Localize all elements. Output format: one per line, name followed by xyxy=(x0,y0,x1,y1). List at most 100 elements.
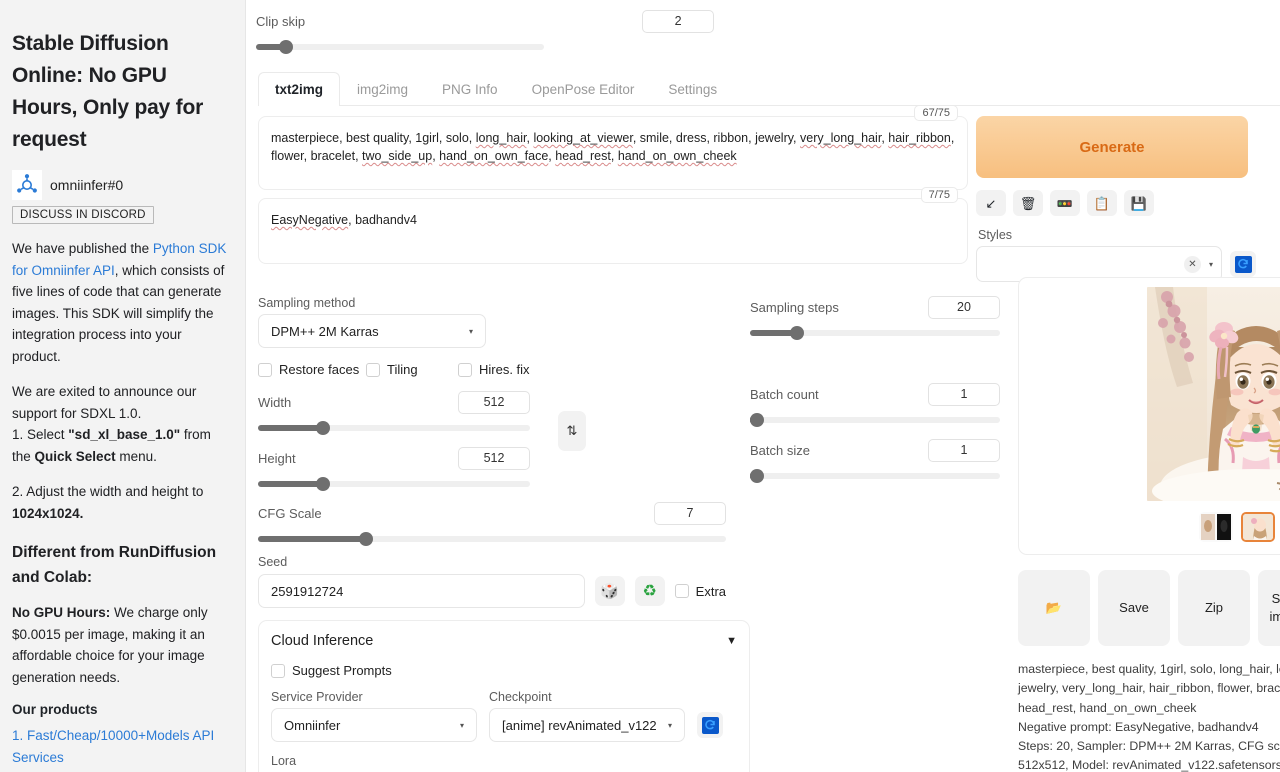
suggest-prompts-checkbox[interactable]: Suggest Prompts xyxy=(271,663,737,678)
tab-png-info[interactable]: PNG Info xyxy=(425,72,515,106)
chevron-down-icon: ▾ xyxy=(667,720,672,730)
restore-faces-checkbox[interactable]: Restore faces xyxy=(258,362,366,377)
height-slider[interactable] xyxy=(258,476,530,492)
batch-size-slider[interactable] xyxy=(750,468,1000,484)
metadata-negative-prompt: Negative prompt: EasyNegative, badhandv4 xyxy=(1018,719,1259,734)
chevron-down-icon[interactable]: ▾ xyxy=(1209,260,1213,269)
clip-skip-slider[interactable] xyxy=(256,39,544,55)
tab-settings[interactable]: Settings xyxy=(651,72,734,106)
checkbox-box[interactable] xyxy=(674,584,689,598)
sampling-steps-value[interactable]: 20 xyxy=(928,296,1000,319)
height-value[interactable]: 512 xyxy=(458,447,530,470)
send-to-img2img-button[interactable]: Send to img2img xyxy=(1258,570,1280,646)
prompt-input[interactable]: masterpiece, best quality, 1girl, solo, … xyxy=(258,116,968,190)
close-icon[interactable]: ✕ xyxy=(1183,255,1201,273)
batch-count-label: Batch count xyxy=(750,387,819,402)
hires-fix-checkbox[interactable]: Hires. fix xyxy=(458,362,530,377)
batch-count-slider[interactable] xyxy=(750,412,1000,428)
zip-button[interactable]: Zip xyxy=(1178,570,1250,646)
save-button[interactable]: Save xyxy=(1098,570,1170,646)
checkbox-box[interactable] xyxy=(366,362,380,377)
trash-icon[interactable]: 🗑 xyxy=(1013,190,1043,216)
suggest-prompts-label: Suggest Prompts xyxy=(292,663,392,678)
checkbox-box[interactable] xyxy=(258,362,272,377)
width-row: Width 512 xyxy=(258,391,530,414)
tiling-label: Tiling xyxy=(387,362,418,377)
thumbnail-grid[interactable] xyxy=(1199,512,1233,542)
generated-image[interactable] xyxy=(1147,287,1280,501)
height-knob[interactable] xyxy=(316,477,330,491)
toggle-checkbox-row: Restore faces Tiling Hires. fix xyxy=(258,362,750,377)
our-products-heading: Our products xyxy=(12,702,98,717)
tab-img2img[interactable]: img2img xyxy=(340,72,425,106)
width-slider[interactable] xyxy=(258,420,530,436)
cfg-scale-slider[interactable] xyxy=(258,531,726,547)
batch-size-value[interactable]: 1 xyxy=(928,439,1000,462)
negative-prompt-input[interactable]: EasyNegative, badhandv4 xyxy=(258,198,968,264)
sampling-steps-slider[interactable] xyxy=(750,325,1000,341)
sampling-method-label: Sampling method xyxy=(258,296,356,310)
sdxl-paragraph: We are exited to announce our support fo… xyxy=(12,381,231,467)
negative-prompt-wrapper: 7/75 EasyNegative, badhandv4 xyxy=(258,187,968,264)
checkpoint-refresh-button[interactable] xyxy=(697,712,723,738)
floppy-save-icon[interactable]: 💾 xyxy=(1124,190,1154,216)
generate-button[interactable]: Generate xyxy=(976,116,1248,178)
sampling-method-select[interactable]: DPM++ 2M Karras ▾ xyxy=(258,314,486,348)
styles-refresh-button[interactable] xyxy=(1230,251,1256,277)
cfg-knob[interactable] xyxy=(359,532,373,546)
service-provider-select[interactable]: Omniinfer ▾ xyxy=(271,708,477,742)
cfg-scale-value[interactable]: 7 xyxy=(654,502,726,525)
cloud-inference-panel: Cloud Inference ▼ Suggest Prompts Servic… xyxy=(258,620,750,772)
discuss-in-discord-button[interactable]: DISCUSS IN DISCORD xyxy=(12,206,154,224)
clip-skip-knob[interactable] xyxy=(279,40,293,54)
steps-knob[interactable] xyxy=(790,326,804,340)
chevron-down-icon[interactable]: ▼ xyxy=(726,635,737,647)
seed-extra-checkbox[interactable]: Extra xyxy=(674,584,726,599)
tiling-checkbox[interactable]: Tiling xyxy=(366,362,458,377)
checkbox-box[interactable] xyxy=(271,663,285,678)
tab-txt2img[interactable]: txt2img xyxy=(258,72,341,106)
prompt-wrapper: 67/75 masterpiece, best quality, 1girl, … xyxy=(258,105,968,190)
clipboard-icon[interactable]: 📋 xyxy=(1087,190,1117,216)
chevron-down-icon: ▾ xyxy=(468,326,473,336)
checkbox-box[interactable] xyxy=(458,362,472,377)
prompt-token-count: 67/75 xyxy=(914,105,958,121)
open-folder-button[interactable]: 📂 xyxy=(1018,570,1090,646)
checkpoint-field: Checkpoint [anime] revAnimated_v122 ▾ xyxy=(489,690,685,742)
batch-size-knob[interactable] xyxy=(750,469,764,483)
sdk-para-pre: We have published the xyxy=(12,241,153,256)
dice-icon[interactable]: 🎲 xyxy=(594,576,625,606)
product-link-1[interactable]: 1. Fast/Cheap/10000+Models API Services xyxy=(12,725,231,768)
width-knob[interactable] xyxy=(316,421,330,435)
tab-openpose-editor[interactable]: OpenPose Editor xyxy=(515,72,652,106)
height-label: Height xyxy=(258,451,296,466)
checkpoint-select[interactable]: [anime] revAnimated_v122 ▾ xyxy=(489,708,685,742)
batch-size-label: Batch size xyxy=(750,443,810,458)
width-value[interactable]: 512 xyxy=(458,391,530,414)
arrow-down-left-icon[interactable]: ↙ xyxy=(976,190,1006,216)
height-fill xyxy=(258,481,323,487)
no-gpu-paragraph: No GPU Hours: We charge only $0.0015 per… xyxy=(12,602,231,688)
settings-right-column: Sampling steps 20 Batch count 1 Batch si… xyxy=(750,296,1000,492)
lora-label: Lora xyxy=(271,754,297,768)
batch-count-knob[interactable] xyxy=(750,413,764,427)
thumbnail-image-1[interactable] xyxy=(1241,512,1275,542)
sdxl-step1-menu: Quick Select xyxy=(34,448,116,464)
username: omniinfer#0 xyxy=(50,177,124,193)
swap-dimensions-button[interactable]: ⇅ xyxy=(558,411,586,451)
no-gpu-label: No GPU Hours: xyxy=(12,605,111,620)
batch-count-value[interactable]: 1 xyxy=(928,383,1000,406)
provider-checkpoint-row: Service Provider Omniinfer ▾ Checkpoint … xyxy=(271,690,737,742)
restore-faces-label: Restore faces xyxy=(279,362,360,377)
batch-count-track xyxy=(750,417,1000,423)
seed-input[interactable]: 2591912724 xyxy=(258,574,585,608)
refresh-icon xyxy=(701,716,719,734)
service-provider-value: Omniinfer xyxy=(284,717,341,733)
cloud-inference-header[interactable]: Cloud Inference ▼ xyxy=(271,633,737,649)
red-light-icon[interactable]: 🚥 xyxy=(1050,190,1080,216)
different-from-heading: Different from RunDiffusion and Colab: xyxy=(12,544,217,586)
clip-skip-value[interactable]: 2 xyxy=(642,10,715,33)
recycle-icon[interactable]: ♻ xyxy=(634,576,665,606)
sdxl-step2-res: 1024x1024. xyxy=(12,505,84,521)
sdxl-step2: 2. Adjust the width and height to 1024x1… xyxy=(12,481,231,524)
